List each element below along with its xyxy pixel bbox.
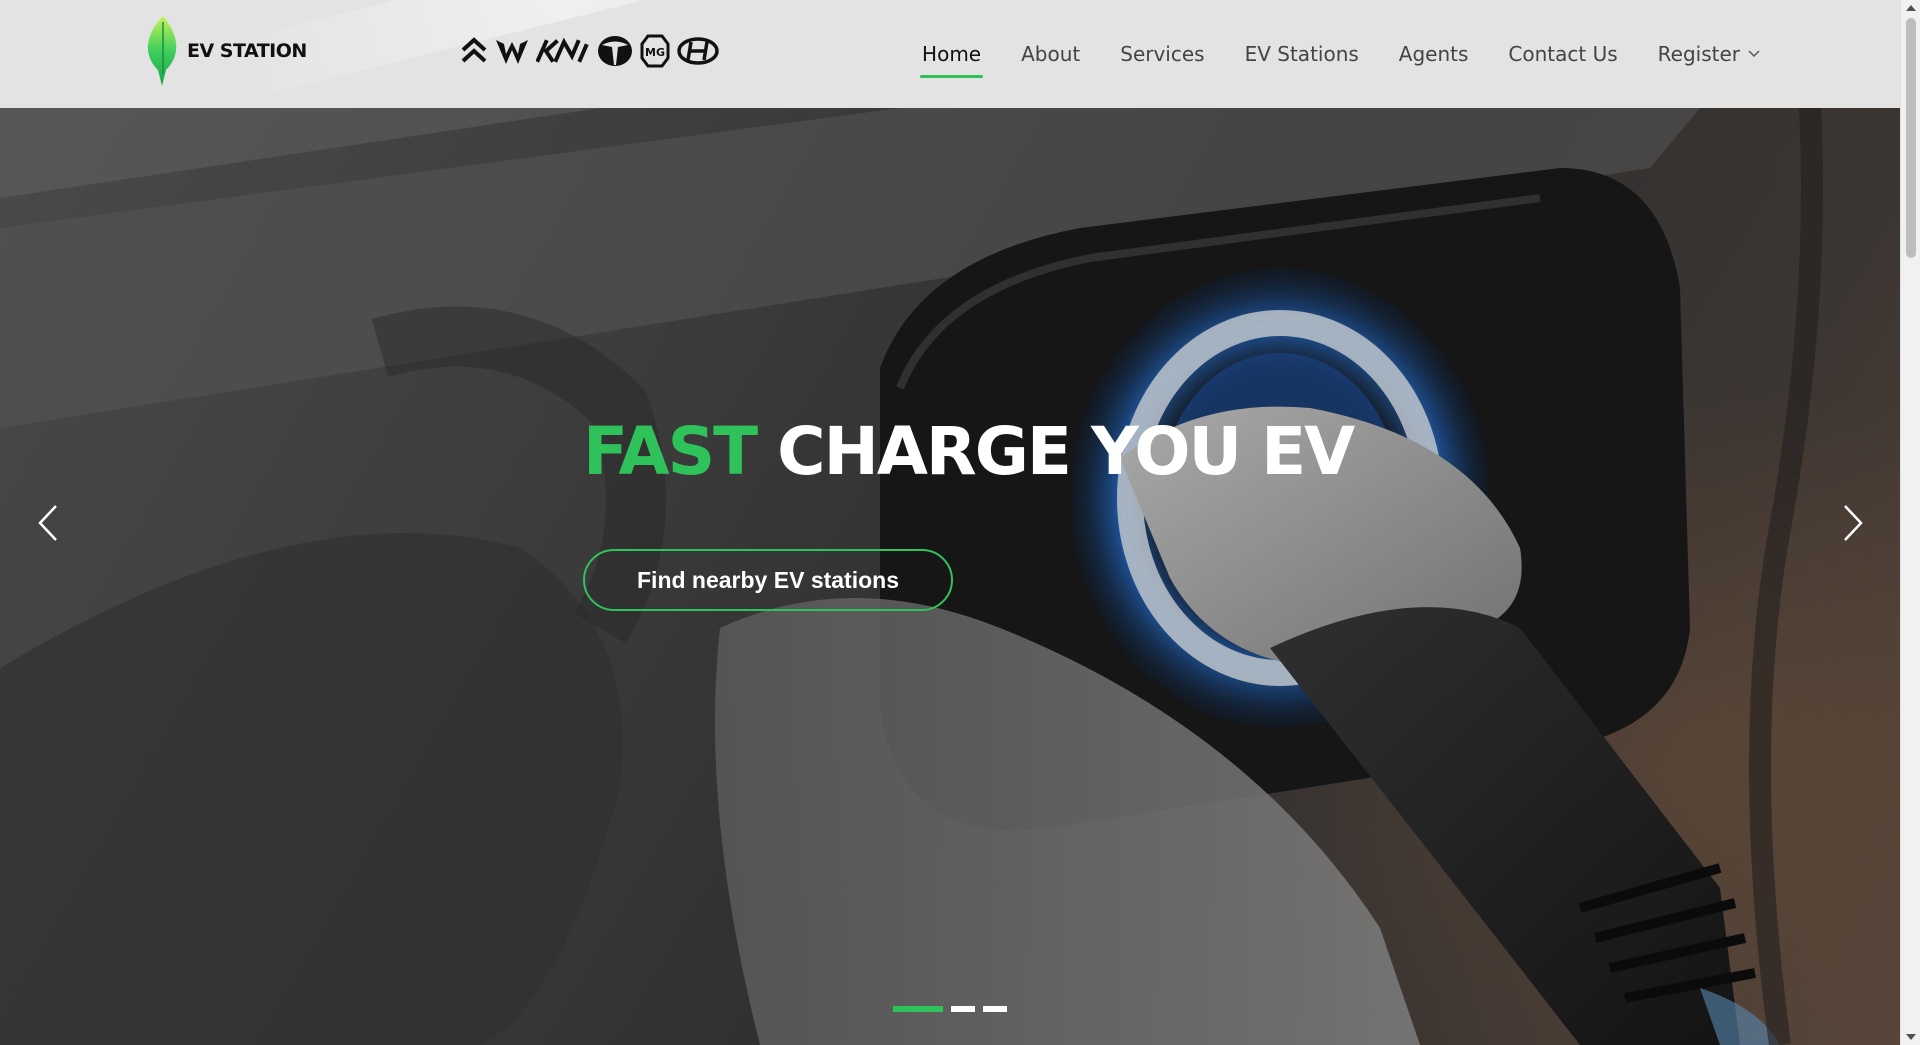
brand-logos: MG xyxy=(460,34,720,68)
carousel-indicator-3[interactable] xyxy=(983,1006,1007,1012)
scroll-down-arrow-icon xyxy=(1906,1034,1916,1040)
logo-text[interactable]: EV STATION xyxy=(187,40,307,62)
nav-about[interactable]: About xyxy=(1021,34,1080,74)
nav-home[interactable]: Home xyxy=(920,34,984,78)
kia-logo-icon xyxy=(536,34,590,68)
scroll-up-button[interactable] xyxy=(1901,0,1920,16)
carousel-indicator-2[interactable] xyxy=(951,1006,975,1012)
hero-carousel: FAST CHARGE YOU EV Find nearby EV statio… xyxy=(0,108,1900,1045)
page: EV STATION MG Home About Services EV Sta… xyxy=(0,0,1920,1045)
site-header: EV STATION MG Home About Services EV Sta… xyxy=(0,0,1900,108)
find-stations-button[interactable]: Find nearby EV stations xyxy=(583,549,953,611)
carousel-indicator-1[interactable] xyxy=(893,1006,943,1012)
carousel-indicators xyxy=(893,1006,1007,1012)
scroll-down-button[interactable] xyxy=(1901,1029,1920,1045)
hero-title-rest: CHARGE YOU EV xyxy=(777,413,1355,490)
nav-register-dropdown[interactable]: Register xyxy=(1658,34,1760,74)
citroen-logo-icon xyxy=(460,34,488,68)
nav-agents[interactable]: Agents xyxy=(1399,34,1469,74)
chevron-right-icon xyxy=(1844,505,1863,541)
scroll-up-arrow-icon xyxy=(1906,5,1916,11)
hyundai-logo-icon xyxy=(676,34,720,68)
nav-services[interactable]: Services xyxy=(1120,34,1204,74)
scrollbar-thumb[interactable] xyxy=(1906,18,1916,258)
wuling-logo-icon xyxy=(494,34,530,68)
page-scrollbar[interactable] xyxy=(1900,0,1920,1045)
carousel-next-button[interactable] xyxy=(1833,498,1873,548)
hero-title: FAST CHARGE YOU EV xyxy=(583,413,1355,490)
chevron-left-icon xyxy=(38,505,57,541)
nav-contact-us[interactable]: Contact Us xyxy=(1508,34,1617,74)
svg-text:MG: MG xyxy=(645,46,665,59)
mg-logo-icon: MG xyxy=(640,34,670,68)
main-nav: Home About Services EV Stations Agents C… xyxy=(920,0,1760,108)
carousel-prev-button[interactable] xyxy=(28,498,68,548)
nav-ev-stations[interactable]: EV Stations xyxy=(1245,34,1359,74)
chevron-down-icon xyxy=(1748,50,1760,58)
tata-logo-icon xyxy=(596,34,634,68)
hero-title-accent: FAST xyxy=(583,413,758,490)
